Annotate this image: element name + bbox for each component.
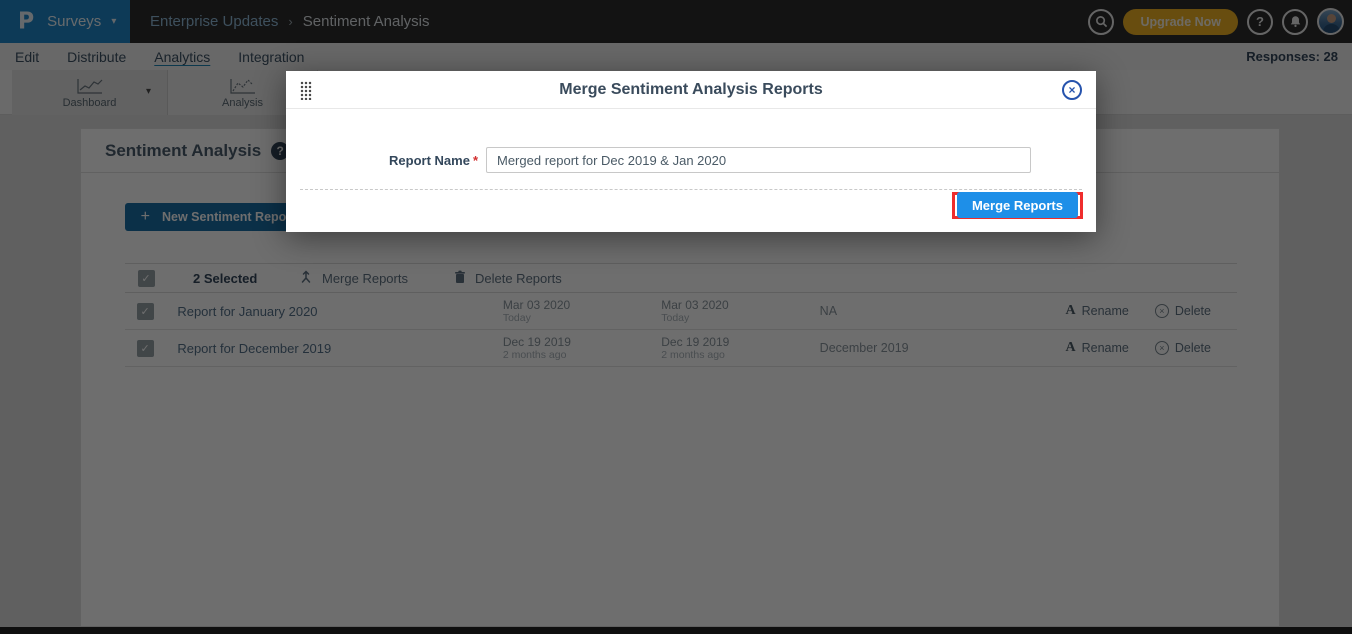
app-screen: P Surveys ▾ Enterprise Updates › Sentime… [0, 0, 1352, 634]
action-highlight-annotation: Merge Reports [952, 192, 1083, 219]
merge-reports-submit-button[interactable]: Merge Reports [957, 192, 1078, 218]
modal-title: Merge Sentiment Analysis Reports [559, 81, 822, 99]
report-name-label-text: Report Name [389, 153, 470, 168]
report-name-row: Report Name* [286, 147, 1096, 173]
report-name-label: Report Name* [286, 153, 478, 168]
modal-body: Report Name* [286, 109, 1096, 189]
drag-handle-icon[interactable] [300, 81, 312, 100]
modal-footer: Merge Reports [952, 192, 1083, 218]
modal-header: Merge Sentiment Analysis Reports × [286, 71, 1096, 109]
merge-reports-modal: Merge Sentiment Analysis Reports × Repor… [286, 71, 1096, 232]
report-name-input[interactable] [486, 147, 1031, 173]
footer-divider [300, 189, 1082, 190]
close-icon[interactable]: × [1062, 80, 1082, 100]
required-marker: * [473, 153, 478, 168]
